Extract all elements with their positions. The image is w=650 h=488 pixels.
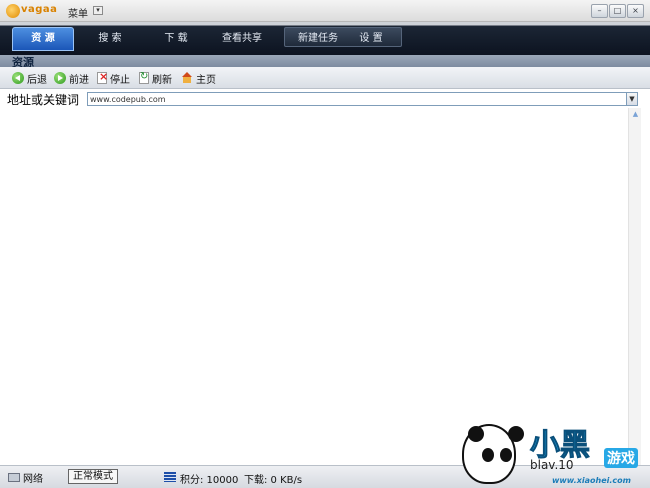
- forward-button[interactable]: 前进: [54, 70, 89, 86]
- main-menu[interactable]: 菜单: [68, 5, 88, 20]
- panda-eye-left: [482, 448, 494, 462]
- tab-search[interactable]: 搜 索: [82, 28, 138, 50]
- stop-button[interactable]: 停止: [97, 70, 130, 86]
- tab-resources[interactable]: 资 源: [12, 27, 74, 51]
- browser-content[interactable]: [6, 108, 628, 465]
- download-speed: 下载: 0 KB/s: [244, 475, 303, 486]
- home-label: 主页: [196, 74, 216, 86]
- tab-view-shares[interactable]: 查看共享: [212, 28, 272, 50]
- menu-dropdown-icon[interactable]: ▾: [93, 6, 103, 15]
- watermark-url: www.xiaohei.com: [552, 476, 631, 485]
- home-button[interactable]: 主页: [181, 70, 216, 86]
- app-logo-text: vagaa: [21, 4, 58, 15]
- panda-ear-left: [468, 426, 484, 442]
- section-header: 资源: [0, 55, 650, 69]
- stop-label: 停止: [110, 74, 130, 86]
- tab-new-task[interactable]: 新建任务: [288, 28, 348, 50]
- network-status[interactable]: 网络: [23, 470, 43, 485]
- main-nav: 资 源 搜 索 下 载 查看共享 新建任务 设 置: [0, 22, 650, 55]
- network-icon: [8, 473, 20, 482]
- maximize-button[interactable]: □: [609, 4, 626, 18]
- back-arrow-icon: [12, 72, 24, 84]
- minimize-button[interactable]: –: [591, 4, 608, 18]
- panda-eye-right: [500, 448, 512, 462]
- forward-arrow-icon: [54, 72, 66, 84]
- home-icon: [181, 72, 193, 84]
- tab-download[interactable]: 下 载: [148, 28, 204, 50]
- stop-icon: [97, 70, 108, 84]
- back-button[interactable]: 后退: [12, 70, 47, 86]
- address-input[interactable]: [87, 92, 627, 106]
- mode-button[interactable]: 正常模式: [68, 469, 118, 484]
- app-logo: vagaa: [6, 4, 62, 18]
- address-label: 地址或关键词: [7, 93, 80, 107]
- address-dropdown-icon[interactable]: ▼: [626, 92, 638, 106]
- panda-ear-right: [508, 426, 524, 442]
- refresh-icon: [139, 71, 149, 84]
- score-text: 积分: 10000: [180, 475, 239, 486]
- vertical-scrollbar[interactable]: ▲: [628, 108, 641, 465]
- vagaa-logo-icon: [6, 4, 20, 18]
- back-label: 后退: [27, 74, 47, 86]
- close-button[interactable]: ×: [627, 4, 644, 18]
- refresh-button[interactable]: 刷新: [139, 70, 172, 86]
- title-bar: vagaa 菜单 ▾ – □ ×: [0, 0, 650, 22]
- watermark: 小黑 游戏 blav.10 www.xiaohei.com: [456, 418, 650, 488]
- forward-label: 前进: [69, 74, 89, 86]
- browser-toolbar: 后退 前进 停止 刷新 主页: [0, 67, 650, 89]
- tab-settings[interactable]: 设 置: [346, 28, 396, 50]
- watermark-partial-text: blav.10: [530, 458, 574, 472]
- window-controls: – □ ×: [590, 4, 644, 18]
- watermark-sub: 游戏: [604, 448, 638, 468]
- refresh-label: 刷新: [152, 74, 172, 86]
- scroll-up-icon[interactable]: ▲: [630, 109, 641, 120]
- score-icon: [164, 472, 176, 482]
- address-row: 地址或关键词 ▼: [0, 89, 650, 108]
- panda-mascot-icon: [462, 424, 524, 484]
